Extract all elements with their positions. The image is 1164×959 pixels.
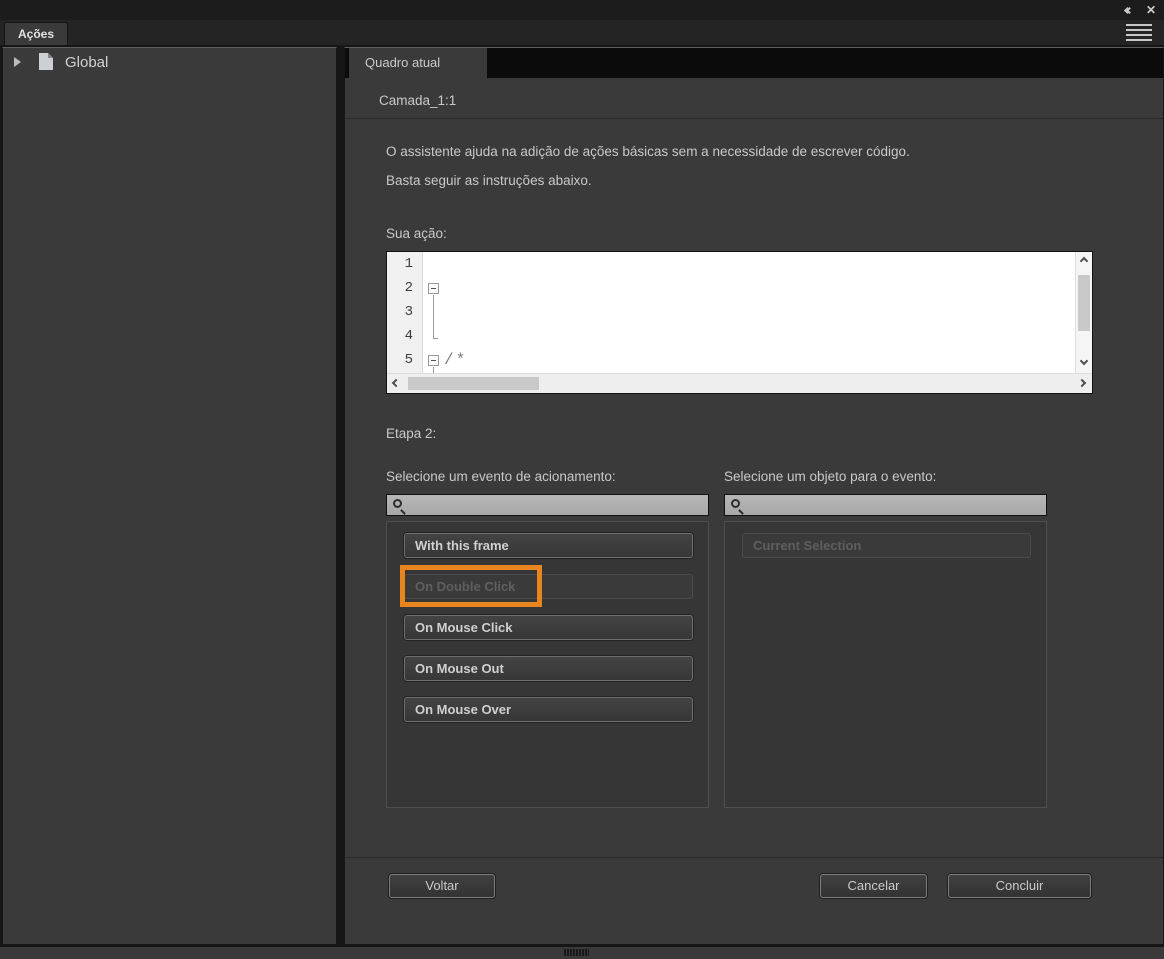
vertical-scroll-thumb[interactable] (1078, 275, 1090, 331)
action-section-label: Sua ação: (386, 226, 447, 241)
wizard-intro-line1: O assistente ajuda na adição de ações bá… (386, 144, 910, 159)
step-label: Etapa 2: (386, 426, 437, 441)
wizard-intro-line2: Basta seguir as instruções abaixo. (386, 173, 592, 188)
titlebar: ✕ (0, 0, 1164, 20)
wizard-panel: Quadro atual Camada_1:1 O assistente aju… (344, 47, 1164, 945)
close-icon[interactable]: ✕ (1146, 4, 1156, 17)
panel-tab-bar: Ações (0, 20, 1164, 45)
fold-guide-line (433, 295, 434, 339)
divider (345, 857, 1163, 858)
scroll-left-icon[interactable] (391, 378, 401, 388)
object-search-field[interactable] (724, 494, 1047, 516)
tab-acoes[interactable]: Ações (4, 22, 69, 45)
line-number-gutter: 1 2 3 4 5 (387, 252, 423, 373)
fold-collapse-icon[interactable] (428, 355, 439, 366)
document-icon (39, 53, 53, 70)
event-option-on-mouse-over[interactable]: On Mouse Over (404, 697, 693, 722)
line-number: 2 (404, 280, 413, 296)
code-preview-editor[interactable]: 1 2 3 4 5 /* Clicar duas vezes na instân… (386, 251, 1093, 394)
script-tree-panel: Global (2, 47, 337, 945)
search-icon (731, 499, 740, 508)
horizontal-scrollbar[interactable] (387, 373, 1092, 393)
back-button[interactable]: Voltar (389, 874, 495, 898)
resize-grip[interactable] (564, 949, 589, 956)
panel-menu-icon[interactable] (1126, 24, 1152, 41)
collapse-panel-icon[interactable] (1123, 4, 1134, 17)
event-search-input[interactable] (409, 495, 704, 515)
event-option-on-double-click: On Double Click (404, 574, 693, 599)
search-icon (393, 499, 402, 508)
cancel-button[interactable]: Cancelar (820, 874, 927, 898)
frame-tab-bar: Quadro atual (345, 48, 1163, 78)
event-picker-label: Selecione um evento de acionamento: (386, 469, 616, 484)
expander-triangle-icon[interactable] (14, 57, 21, 67)
line-number: 1 (404, 256, 413, 272)
code-text-area[interactable]: /* Clicar duas vezes na instância especi… (444, 252, 1076, 373)
object-option-current-selection: Current Selection (742, 533, 1031, 558)
object-options-list: Current Selection (724, 521, 1047, 808)
actions-panel-window: ✕ Ações Global Quadro atual Camada_1:1 O… (0, 0, 1164, 959)
event-search-field[interactable] (386, 494, 709, 516)
event-options-list: With this frame On Double Click On Mouse… (386, 521, 709, 808)
horizontal-scroll-thumb[interactable] (408, 377, 539, 390)
event-option-on-mouse-click[interactable]: On Mouse Click (404, 615, 693, 640)
code-fold-margin (424, 252, 444, 373)
layer-frame-label: Camada_1:1 (379, 93, 457, 108)
scroll-right-icon[interactable] (1077, 378, 1087, 388)
tree-item-global[interactable]: Global (3, 48, 336, 78)
divider (345, 118, 1163, 119)
finish-button[interactable]: Concluir (948, 874, 1091, 898)
line-number: 4 (404, 328, 413, 344)
tree-item-label: Global (65, 54, 109, 71)
event-option-with-this-frame[interactable]: With this frame (404, 533, 693, 558)
comment-token: /* (444, 351, 468, 369)
tab-quadro-atual[interactable]: Quadro atual (349, 48, 487, 78)
code-line: /* (444, 348, 1076, 372)
line-number: 3 (404, 304, 413, 320)
event-option-on-mouse-out[interactable]: On Mouse Out (404, 656, 693, 681)
object-search-input[interactable] (747, 495, 1042, 515)
bottom-strip (0, 947, 1164, 959)
line-number: 5 (404, 352, 413, 368)
object-picker-label: Selecione um objeto para o evento: (724, 469, 937, 484)
vertical-scrollbar[interactable] (1075, 252, 1092, 373)
scroll-down-icon[interactable] (1079, 356, 1089, 366)
fold-guide-line (433, 338, 438, 339)
scroll-up-icon[interactable] (1079, 256, 1089, 266)
fold-collapse-icon[interactable] (428, 283, 439, 294)
